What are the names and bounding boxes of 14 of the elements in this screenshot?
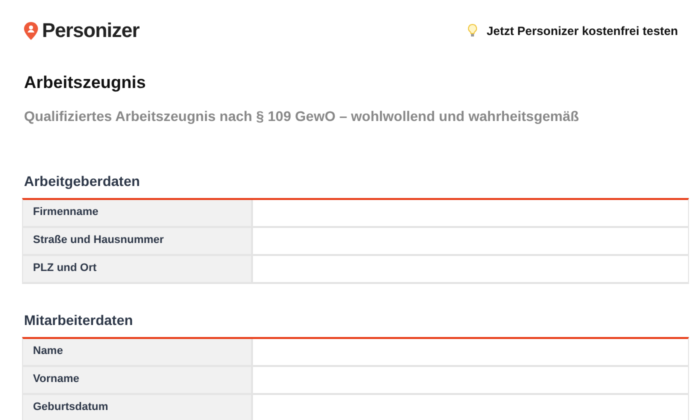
field-label: Name [23, 338, 253, 364]
section-heading: Arbeitgeberdaten [24, 172, 141, 191]
field-label: Geburtsdatum [23, 394, 253, 420]
field-label: Vorname [23, 366, 253, 392]
field-label: Straße und Hausnummer [23, 228, 253, 254]
trial-link[interactable]: Jetzt Personizer kostenfrei testen [468, 22, 678, 40]
section-heading: Mitarbeiterdaten [24, 310, 134, 330]
brand-name: Personizer [42, 19, 140, 44]
lightbulb-icon [468, 24, 477, 38]
page-subtitle: Qualifiziertes Arbeitszeugnis nach § 109 GewO – wohlwollend und wahrheitsgemäß [24, 106, 580, 126]
page-title: Arbeitszeugnis [24, 72, 147, 94]
field-label: Firmenname [23, 200, 253, 226]
logo-icon [24, 22, 38, 40]
field-label: PLZ und Ort [23, 256, 253, 282]
